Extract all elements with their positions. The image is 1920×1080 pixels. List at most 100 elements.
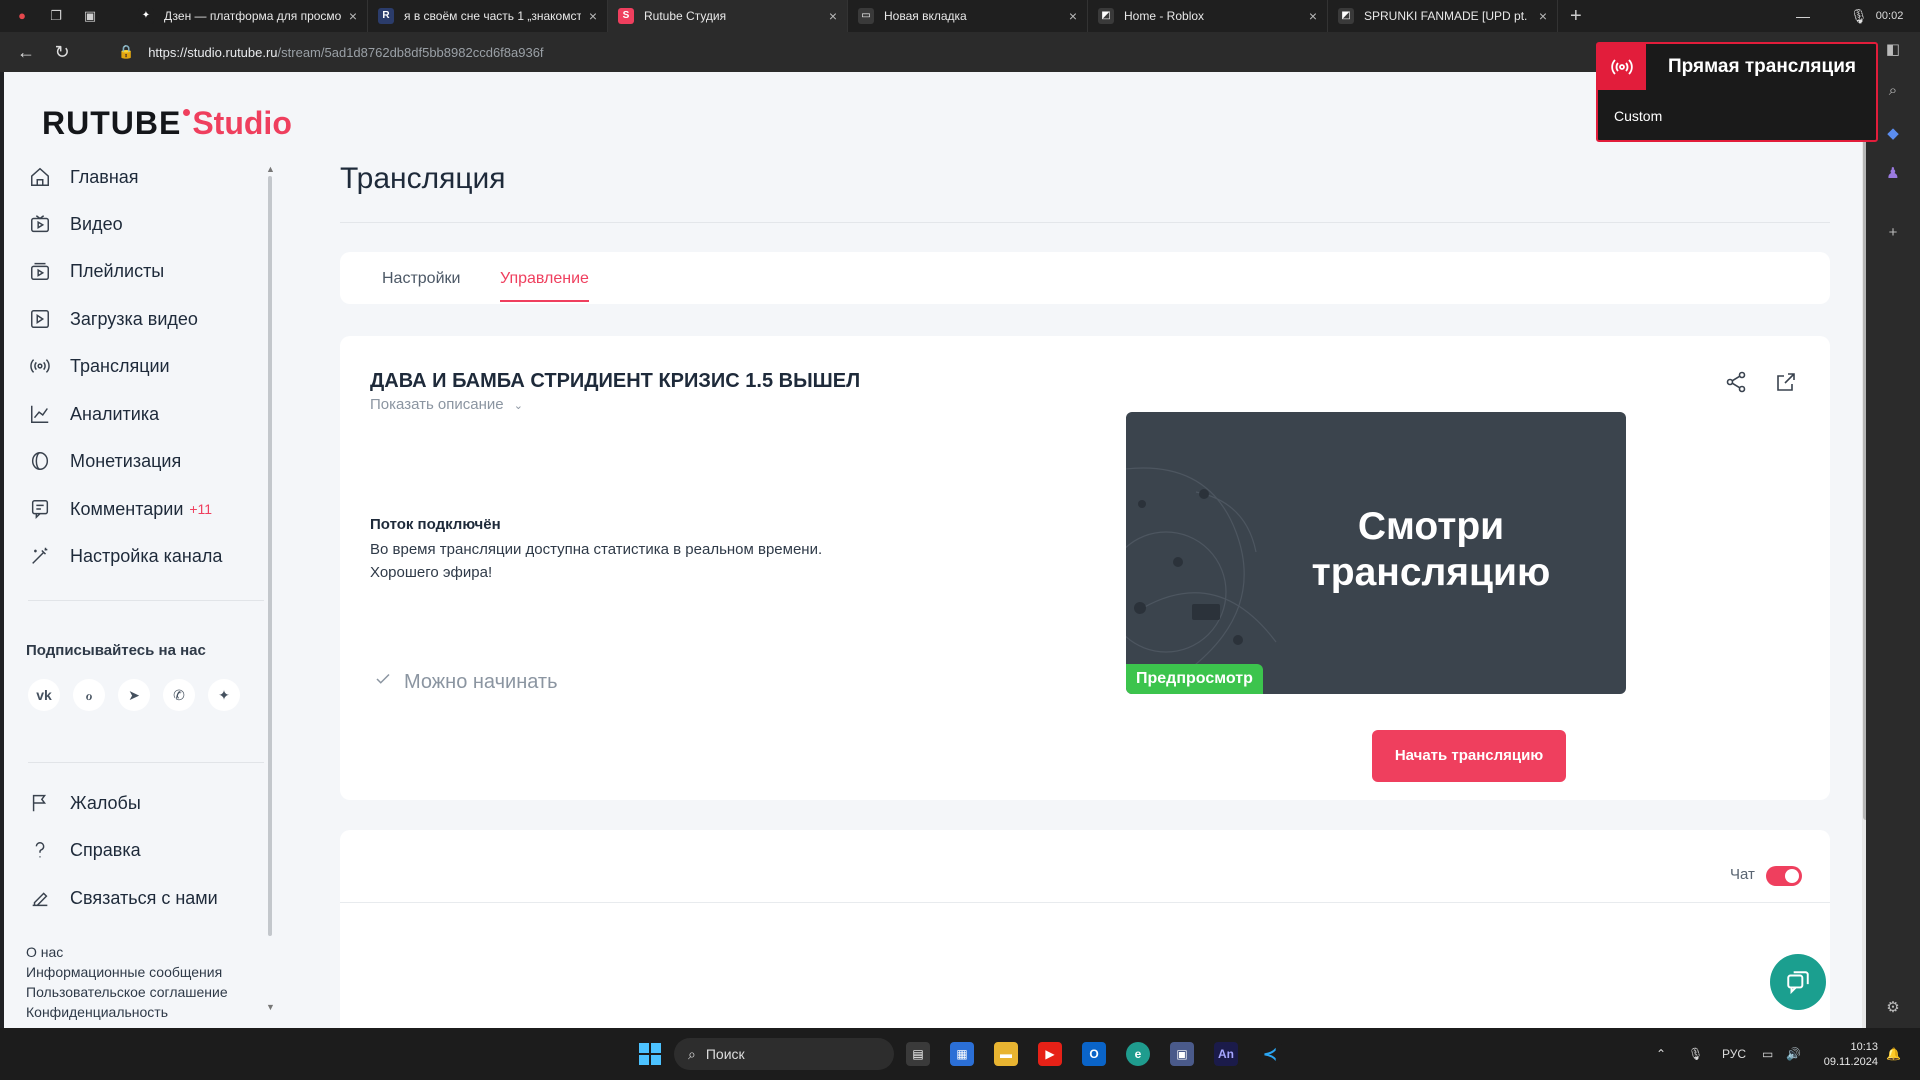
- browser-tab-title: Home - Roblox: [1124, 9, 1205, 23]
- close-tab-icon[interactable]: ×: [349, 8, 357, 24]
- sidebar-item-playlists[interactable]: Плейлисты: [28, 256, 258, 286]
- sidebar-scrollbar[interactable]: ▲ ▼: [266, 164, 275, 1014]
- studio-sidebar: RUTUBE Studio Главная Видео Плейлисты За…: [4, 72, 292, 1028]
- sidebar-item-home[interactable]: Главная: [28, 162, 258, 192]
- gear-icon[interactable]: ⚙: [1866, 998, 1920, 1016]
- tab-management[interactable]: Управление: [500, 270, 589, 302]
- browser-tab-dzen[interactable]: ✦ Дзен — платформа для просмо ×: [128, 0, 368, 32]
- browser-tab-roblox[interactable]: ◩ Home - Roblox ×: [1088, 0, 1328, 32]
- support-chat-button[interactable]: [1770, 954, 1826, 1010]
- back-icon[interactable]: ←: [8, 42, 44, 63]
- extension-icon[interactable]: ♟: [1866, 164, 1920, 182]
- page-scrollbar-thumb[interactable]: [1863, 80, 1866, 820]
- add-icon[interactable]: +: [1866, 224, 1920, 241]
- windows-start-icon[interactable]: [638, 1042, 662, 1066]
- tab-settings[interactable]: Настройки: [382, 270, 460, 288]
- close-tab-icon[interactable]: ×: [829, 8, 837, 24]
- footer-link-about[interactable]: О нас: [26, 942, 228, 962]
- url-host: https://studio.rutube.ru: [148, 44, 278, 60]
- sidebar-item-channel-settings[interactable]: Настройка канала: [28, 541, 258, 571]
- chat-toggle[interactable]: [1766, 866, 1802, 886]
- sidebar-item-analytics[interactable]: Аналитика: [28, 399, 258, 429]
- analytics-icon: [28, 402, 52, 426]
- telegram-icon[interactable]: ➤: [118, 679, 150, 711]
- start-stream-button[interactable]: Начать трансляцию: [1372, 730, 1566, 782]
- monetization-icon: [28, 449, 52, 473]
- sidebar-item-label: Комментарии: [70, 498, 184, 519]
- volume-icon[interactable]: 🔊: [1786, 1028, 1801, 1080]
- microphone-icon[interactable]: 🎙: [1688, 1028, 1703, 1080]
- file-explorer-icon[interactable]: ▬: [994, 1042, 1018, 1066]
- close-tab-icon[interactable]: ×: [589, 8, 597, 24]
- footer-link-agreement[interactable]: Пользовательское соглашение: [26, 982, 228, 1002]
- animate-icon[interactable]: An: [1214, 1042, 1238, 1066]
- show-description-toggle[interactable]: Показать описание ⌄: [370, 396, 523, 413]
- sidebar-item-broadcasts[interactable]: Трансляции: [28, 351, 258, 381]
- taskbar-search-placeholder: Поиск: [705, 1046, 745, 1062]
- sidebar-item-complaints[interactable]: Жалобы: [28, 788, 258, 818]
- show-hidden-icons[interactable]: ⌃: [1656, 1028, 1666, 1080]
- close-tab-icon[interactable]: ×: [1539, 8, 1547, 24]
- new-tab-button[interactable]: +: [1570, 5, 1582, 28]
- viber-icon[interactable]: ✆: [163, 679, 195, 711]
- live-broadcast-popup[interactable]: Прямая трансляция Custom: [1596, 42, 1878, 142]
- browser-tab-rutube-studio[interactable]: S Rutube Студия ×: [608, 0, 848, 32]
- edge-browser-icon[interactable]: e: [1126, 1042, 1150, 1066]
- taskbar-search[interactable]: ⌕ Поиск: [674, 1038, 894, 1070]
- stream-title: ДАВА И БАМБА СТРИДИЕНТ КРИЗИС 1.5 ВЫШЕЛ: [370, 370, 861, 392]
- windows-taskbar: ⌕ Поиск ▤ ▦ ▬ ▶ O e ▣ An ≺ ⌃ 🎙 РУС ▭ 🔊 1…: [0, 1028, 1920, 1080]
- browser-tab-new[interactable]: ▭ Новая вкладка ×: [848, 0, 1088, 32]
- footer-links: О нас Информационные сообщения Пользоват…: [26, 942, 228, 1022]
- footer-link-privacy[interactable]: Конфиденциальность: [26, 1002, 228, 1022]
- stream-preview[interactable]: Смотри трансляцию Предпросмотр: [1126, 412, 1626, 694]
- profile-icon[interactable]: ●: [14, 8, 30, 24]
- footer-link-info[interactable]: Информационные сообщения: [26, 962, 228, 982]
- roblox-favicon-icon: ◩: [1098, 8, 1114, 24]
- vk-icon[interactable]: vk: [28, 679, 60, 711]
- reload-icon[interactable]: ↻: [44, 42, 80, 63]
- task-view-icon[interactable]: ▤: [906, 1042, 930, 1066]
- clock-time: 10:13: [1850, 1041, 1878, 1053]
- sidebar-item-video[interactable]: Видео: [28, 209, 258, 239]
- sidebar-item-label: Настройка канала: [70, 545, 223, 566]
- sidebar-item-monetization[interactable]: Монетизация: [28, 446, 258, 476]
- sidebar-item-comments[interactable]: Комментарии +11: [28, 494, 258, 524]
- sidebar-item-contact[interactable]: Связаться с нами: [28, 883, 258, 913]
- chat-card: Чат: [340, 830, 1830, 1028]
- dzen-icon[interactable]: ✦: [208, 679, 240, 711]
- sidebar-scrollbar-thumb[interactable]: [268, 176, 272, 936]
- external-link-icon[interactable]: [1774, 370, 1798, 399]
- outlook-icon[interactable]: O: [1082, 1042, 1106, 1066]
- browser-tab-video[interactable]: R я в своём сне часть 1 „знакомст ×: [368, 0, 608, 32]
- notifications-icon[interactable]: 🔔: [1886, 1028, 1901, 1080]
- close-tab-icon[interactable]: ×: [1309, 8, 1317, 24]
- app-icon[interactable]: ▣: [1170, 1042, 1194, 1066]
- youtube-icon[interactable]: ▶: [1038, 1042, 1062, 1066]
- page-scrollbar[interactable]: [1862, 72, 1866, 1028]
- close-tab-icon[interactable]: ×: [1069, 8, 1077, 24]
- scroll-down-icon[interactable]: ▼: [266, 1002, 275, 1012]
- language-indicator[interactable]: РУС: [1722, 1028, 1746, 1080]
- lock-icon[interactable]: 🔒: [118, 44, 134, 60]
- browser-tab-sprunki[interactable]: ◩ SPRUNKI FANMADE [UPD pt. 1] - ×: [1328, 0, 1558, 32]
- sidebar-item-upload[interactable]: Загрузка видео: [28, 304, 258, 334]
- rutube-studio-logo[interactable]: RUTUBE Studio: [42, 102, 292, 142]
- logo-studio-text: Studio: [192, 105, 292, 141]
- tab-actions-icon[interactable]: ▣: [82, 8, 98, 24]
- workspaces-icon[interactable]: ❐: [48, 8, 64, 24]
- share-icon[interactable]: [1724, 370, 1748, 399]
- sidebar-item-label: Трансляции: [70, 355, 170, 376]
- store-icon[interactable]: ▦: [950, 1042, 974, 1066]
- ok-icon[interactable]: ℴ: [73, 679, 105, 711]
- video-icon: [28, 212, 52, 236]
- vscode-icon[interactable]: ≺: [1258, 1042, 1282, 1066]
- chat-label: Чат: [1730, 866, 1755, 883]
- browser-tab-title: Rutube Студия: [644, 9, 727, 23]
- sidebar-item-help[interactable]: Справка: [28, 835, 258, 865]
- scroll-up-icon[interactable]: ▲: [266, 164, 275, 174]
- preview-text-line: Смотри: [1357, 505, 1505, 548]
- url-field[interactable]: https://studio.rutube.ru/stream/5ad1d876…: [148, 45, 543, 60]
- minimize-button[interactable]: —: [1796, 0, 1810, 32]
- network-icon[interactable]: ▭: [1762, 1028, 1773, 1080]
- taskbar-clock[interactable]: 10:13 09.11.2024: [1818, 1040, 1878, 1070]
